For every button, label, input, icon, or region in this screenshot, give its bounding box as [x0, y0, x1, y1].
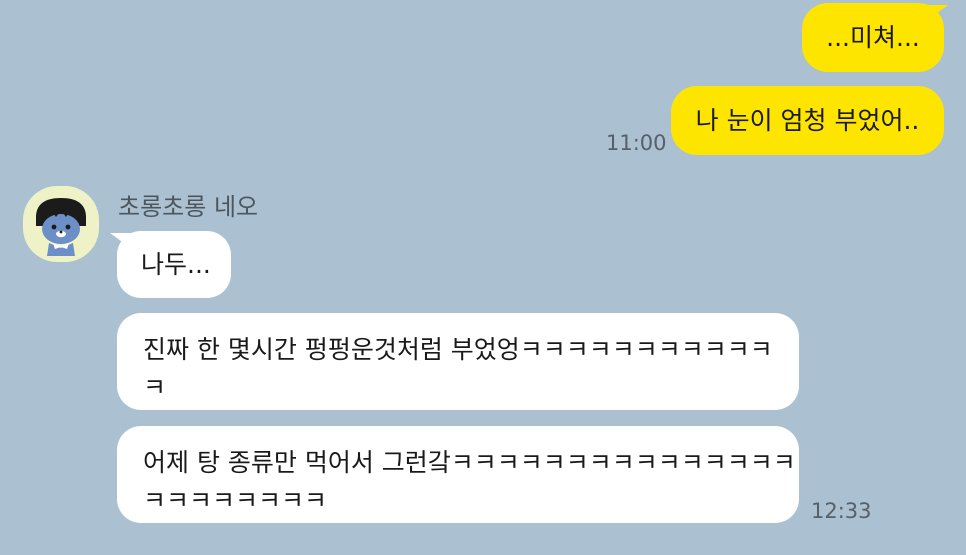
- bubble-tail: [926, 5, 948, 21]
- message-text-line: 어제 탕 종류만 먹어서 그런갘ㅋㅋㅋㅋㅋㅋㅋㅋㅋㅋㅋㅋㅋㅋㅋ: [143, 448, 796, 477]
- message-text-line: 진짜 한 몇시간 펑펑운것처럼 부었엉ㅋㅋㅋㅋㅋㅋㅋㅋㅋㅋㅋ: [143, 335, 773, 364]
- message-text: ...미쳐...: [826, 23, 920, 52]
- message-text-line: ㅋ: [143, 373, 167, 402]
- sender-avatar[interactable]: [23, 186, 99, 262]
- bubble-tail: [110, 233, 132, 249]
- message-text: 나두...: [141, 250, 211, 279]
- neo-character-avatar-icon: [36, 198, 86, 256]
- incoming-message-bubble[interactable]: 어제 탕 종류만 먹어서 그런갘ㅋㅋㅋㅋㅋㅋㅋㅋㅋㅋㅋㅋㅋㅋㅋ ㅋㅋㅋㅋㅋㅋㅋㅋ: [117, 426, 799, 523]
- outgoing-message-bubble[interactable]: ...미쳐...: [802, 3, 944, 72]
- incoming-message-bubble[interactable]: 나두...: [117, 231, 231, 298]
- sender-name: 초롱초롱 네오: [118, 193, 259, 221]
- incoming-message-bubble[interactable]: 진짜 한 몇시간 펑펑운것처럼 부었엉ㅋㅋㅋㅋㅋㅋㅋㅋㅋㅋㅋ ㅋ: [117, 313, 799, 410]
- message-timestamp: 12:33: [811, 499, 872, 523]
- message-text-line: ㅋㅋㅋㅋㅋㅋㅋㅋ: [143, 486, 328, 515]
- message-text: 나 눈이 엄청 부었어..: [695, 106, 920, 135]
- message-timestamp: 11:00: [606, 131, 667, 155]
- outgoing-message-bubble[interactable]: 나 눈이 엄청 부었어..: [671, 86, 944, 155]
